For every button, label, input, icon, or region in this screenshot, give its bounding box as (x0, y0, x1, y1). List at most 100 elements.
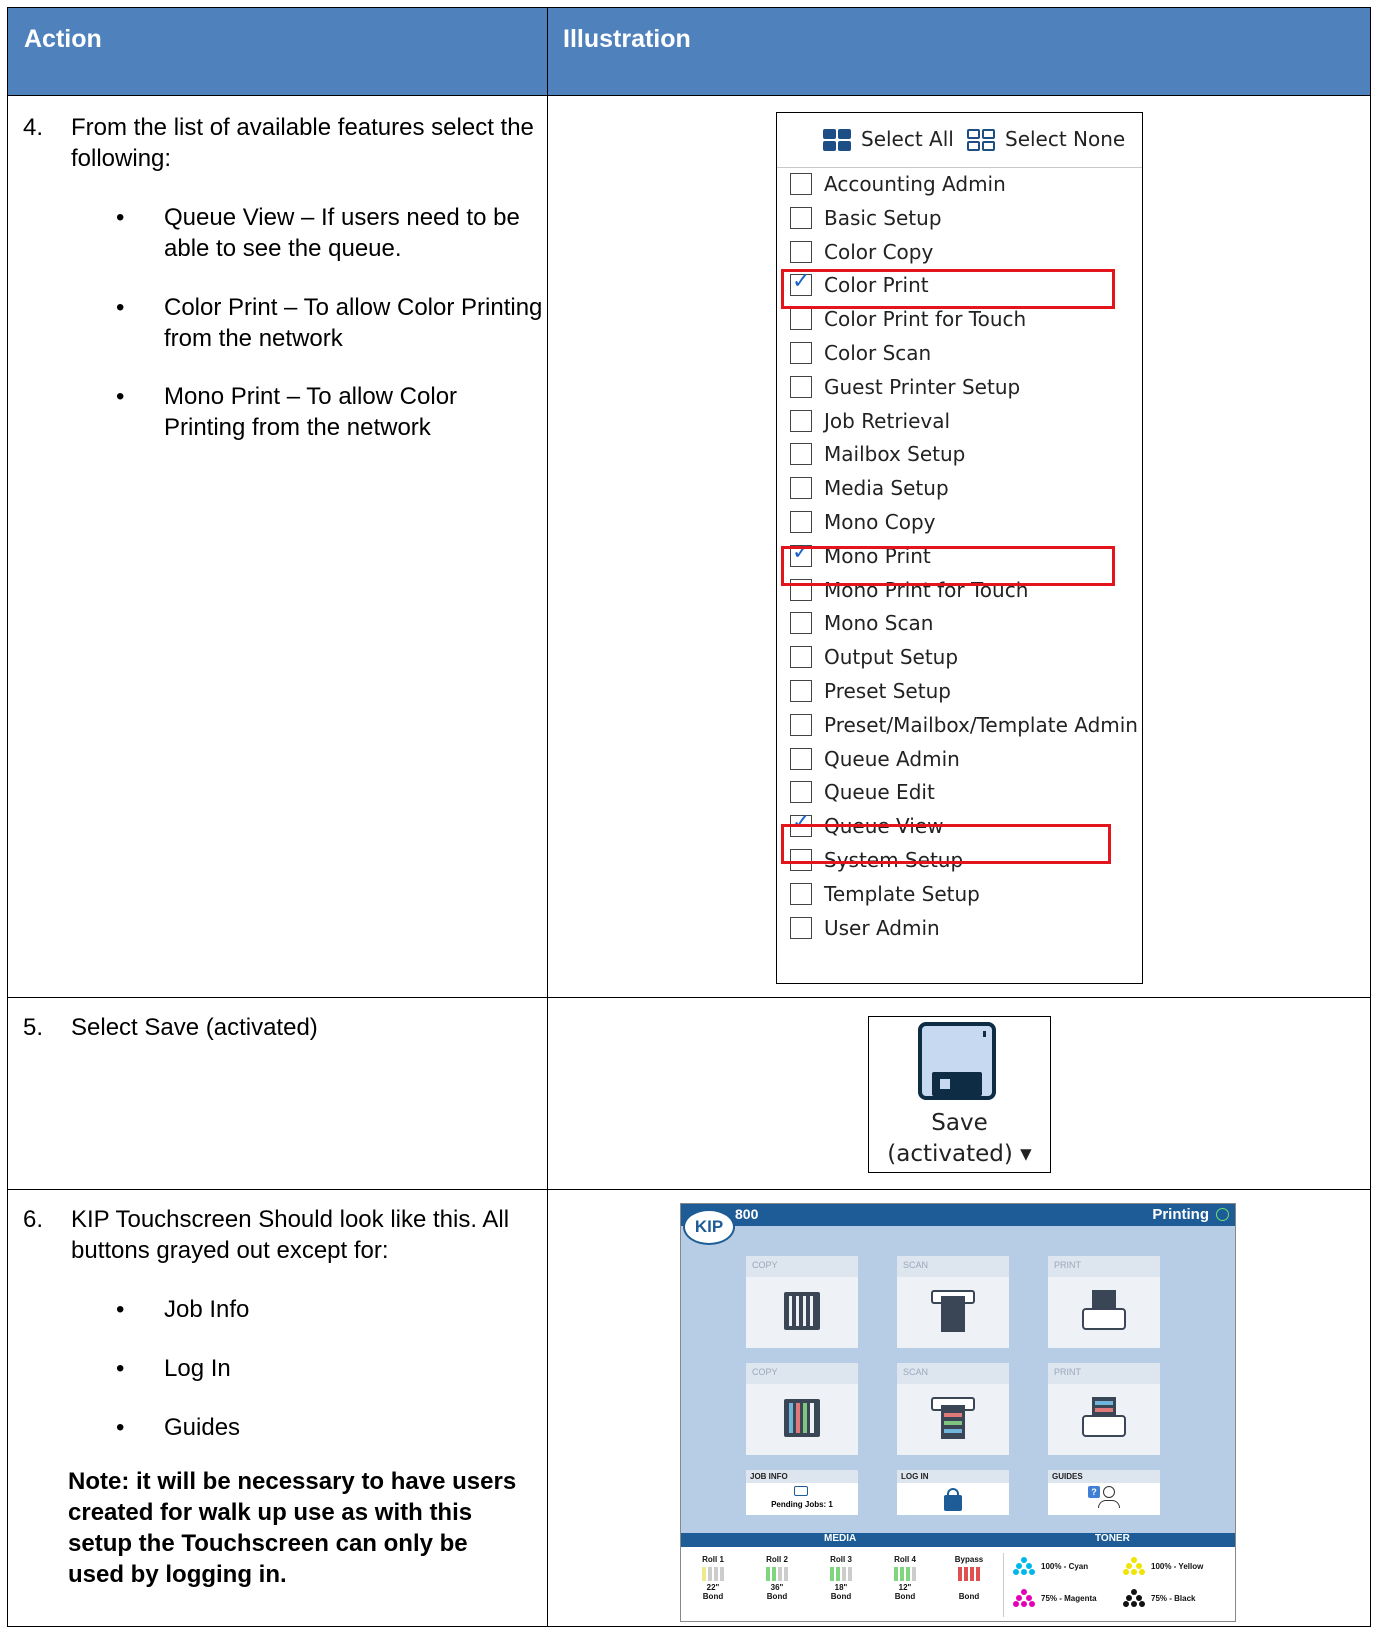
feature-label: Mailbox Setup (824, 442, 966, 467)
bullet-text: Mono Print – To allow Color Printing fro… (164, 383, 458, 441)
roll-media: Bond (702, 1592, 724, 1601)
toner-level-label: 100% - Cyan (1041, 1562, 1089, 1571)
print-color-icon (1082, 1393, 1126, 1443)
roll-media: Bond (830, 1592, 852, 1601)
roll-size: 22" (706, 1583, 720, 1592)
roll-size: 12" (898, 1583, 912, 1592)
print-mono-tile[interactable]: PRINT (1048, 1256, 1160, 1348)
feature-row[interactable]: Color Print for Touch (777, 304, 1142, 339)
feature-label: Mono Copy (824, 510, 936, 534)
feature-checkbox[interactable] (790, 747, 812, 770)
media-roll: Bypass Bond (949, 1555, 989, 1601)
feature-checkbox[interactable] (790, 916, 812, 939)
copy-mono-tile[interactable]: COPY (746, 1256, 858, 1348)
roll-media: Bond (766, 1592, 788, 1601)
media-label: MEDIA (824, 1533, 857, 1544)
feature-label: User Admin (824, 915, 940, 940)
kip-title-bar: 800 Printing (681, 1204, 1235, 1226)
feature-checkbox[interactable] (790, 511, 812, 533)
feature-row[interactable]: Color Copy (777, 237, 1142, 272)
tile-label: JOB INFO (746, 1470, 858, 1483)
feature-row[interactable]: Guest Printer Setup (777, 372, 1142, 407)
tile-label: GUIDES (1048, 1470, 1160, 1483)
feature-row[interactable]: Mono Scan (777, 608, 1142, 643)
note-text: Note: it will be necessary to have users… (68, 1468, 517, 1588)
feature-label: Color Scan (824, 341, 932, 365)
step-5: 5. Select Save (activated) (23, 1012, 523, 1043)
feature-row[interactable]: Queue Edit (777, 777, 1142, 812)
job-info-button[interactable]: JOB INFO Pending Jobs: 1 (746, 1470, 858, 1515)
media-roll: Roll 4 12" Bond (885, 1555, 925, 1601)
kip-model: 800 (735, 1206, 759, 1222)
tile-label: PRINT (1048, 1256, 1160, 1277)
feature-row[interactable]: Accounting Admin (777, 169, 1142, 204)
feature-label: Mono Scan (824, 611, 934, 636)
feature-checkbox[interactable] (790, 206, 812, 229)
feature-row[interactable]: Media Setup (777, 473, 1142, 508)
feature-checkbox[interactable] (790, 612, 812, 635)
bullet-text: Job Info (164, 1296, 250, 1323)
row-divider (8, 997, 1370, 998)
feature-checkbox[interactable] (790, 342, 812, 364)
select-none-button[interactable]: Select None (1005, 127, 1125, 151)
feature-checkbox[interactable] (790, 443, 812, 466)
feature-checkbox[interactable] (790, 375, 812, 398)
feature-checkbox[interactable] (790, 713, 812, 736)
status-ok-icon (1216, 1208, 1229, 1221)
feature-row[interactable]: Queue Admin (777, 744, 1142, 779)
feature-row[interactable]: Mailbox Setup (777, 439, 1142, 474)
step-number: 4. (23, 114, 44, 141)
step-text: KIP Touchscreen Should look like this. A… (71, 1206, 510, 1264)
tile-label: SCAN (897, 1363, 1009, 1384)
feature-label: Accounting Admin (824, 172, 1006, 196)
save-disk-icon (918, 1022, 996, 1100)
print-color-tile[interactable]: PRINT (1048, 1363, 1160, 1455)
step-text: Select Save (activated) (71, 1014, 318, 1041)
step-number: 6. (23, 1206, 44, 1233)
roll-media: Bond (958, 1592, 980, 1601)
select-none-icon (967, 129, 997, 153)
select-all-button[interactable]: Select All (861, 127, 954, 151)
toner-level-label: 75% - Magenta (1041, 1594, 1097, 1603)
step-6: 6. KIP Touchscreen Should look like this… (23, 1204, 523, 1266)
feature-row[interactable]: Basic Setup (777, 203, 1142, 238)
feature-row[interactable]: User Admin (777, 913, 1142, 948)
roll-level-bars (702, 1567, 724, 1581)
feature-label: Guest Printer Setup (824, 374, 1021, 399)
save-activated-button[interactable]: Save (activated) ▾ (868, 1016, 1051, 1173)
scan-color-tile[interactable]: SCAN (897, 1363, 1009, 1455)
feature-checkbox[interactable] (790, 308, 812, 331)
copy-color-tile[interactable]: COPY (746, 1363, 858, 1455)
feature-row[interactable]: Preset Setup (777, 676, 1142, 711)
feature-checkbox[interactable] (790, 680, 812, 702)
scan-mono-tile[interactable]: SCAN (897, 1256, 1009, 1348)
job-info-icon (794, 1486, 808, 1496)
feature-checkbox[interactable] (790, 477, 812, 500)
feature-label: Queue Edit (824, 780, 935, 805)
feature-checkbox[interactable] (790, 240, 812, 263)
tile-label: PRINT (1048, 1363, 1160, 1384)
feature-checkbox[interactable] (790, 882, 812, 905)
roll-level-bars (830, 1567, 852, 1581)
guides-button[interactable]: GUIDES ? (1048, 1470, 1160, 1515)
feature-row[interactable]: Job Retrieval (777, 406, 1142, 441)
kip-logo: KIP (683, 1209, 735, 1245)
feature-checkbox[interactable] (790, 646, 812, 669)
bullet-text: Guides (164, 1414, 241, 1441)
feature-row[interactable]: Template Setup (777, 879, 1142, 914)
feature-row[interactable]: Output Setup (777, 642, 1142, 677)
feature-checkbox[interactable] (790, 781, 812, 804)
feature-checkbox[interactable] (790, 173, 812, 195)
roll-name: Bypass (954, 1555, 984, 1564)
feature-row[interactable]: Mono Copy (777, 507, 1142, 542)
feature-checkbox[interactable] (790, 409, 812, 432)
roll-name: Roll 1 (702, 1555, 724, 1564)
bullet-text: Queue View – If users need to be able to… (164, 204, 520, 262)
feature-row[interactable]: Preset/Mailbox/Template Admin (777, 710, 1142, 745)
feature-row[interactable]: Color Scan (777, 338, 1142, 373)
help-icon: ? (1088, 1486, 1100, 1498)
log-in-button[interactable]: LOG IN (897, 1470, 1009, 1515)
highlight-box (781, 546, 1115, 586)
roll-name: Roll 3 (830, 1555, 852, 1564)
feature-label: Color Print for Touch (824, 307, 1027, 332)
